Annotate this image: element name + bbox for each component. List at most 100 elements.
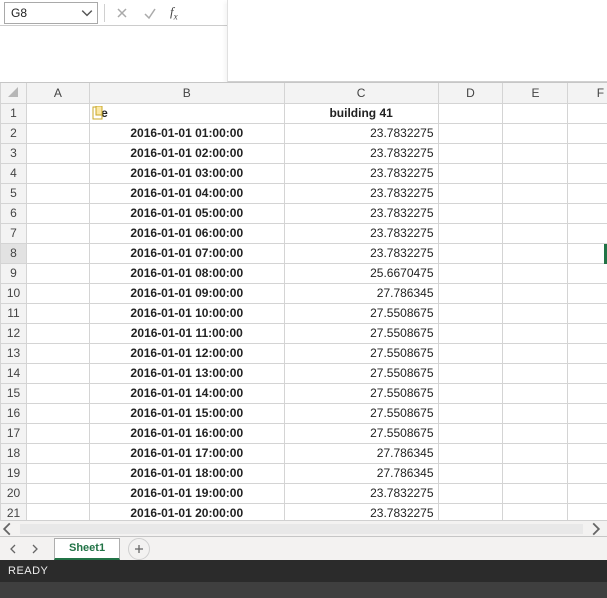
cell[interactable] (503, 243, 568, 263)
cell-C6[interactable]: 23.7832275 (284, 203, 438, 223)
cell-C10[interactable]: 27.786345 (284, 283, 438, 303)
cell[interactable] (438, 363, 503, 383)
cell-C14[interactable]: 27.5508675 (284, 363, 438, 383)
row-header[interactable]: 20 (1, 483, 27, 503)
cell-C19[interactable]: 27.786345 (284, 463, 438, 483)
cell-C8[interactable]: 23.7832275 (284, 243, 438, 263)
row-header[interactable]: 1 (1, 103, 27, 123)
cell[interactable] (568, 443, 607, 463)
row-header[interactable]: 18 (1, 443, 27, 463)
cell[interactable] (438, 383, 503, 403)
cell[interactable] (26, 123, 89, 143)
scroll-left-icon[interactable] (0, 522, 14, 536)
cell[interactable] (438, 343, 503, 363)
cell[interactable] (438, 143, 503, 163)
cell-C18[interactable]: 27.786345 (284, 443, 438, 463)
row-header[interactable]: 14 (1, 363, 27, 383)
cell[interactable] (438, 283, 503, 303)
cell[interactable] (568, 303, 607, 323)
spreadsheet-grid[interactable]: A B C D E F 1 ne building 41 (0, 82, 607, 520)
cell-B15[interactable]: 2016-01-01 14:00:00 (89, 383, 284, 403)
cell[interactable] (438, 503, 503, 520)
col-header-E[interactable]: E (503, 83, 568, 103)
cell-C1[interactable]: building 41 (284, 103, 438, 123)
fx-icon[interactable]: fx (167, 4, 181, 22)
cell-C9[interactable]: 25.6670475 (284, 263, 438, 283)
cell[interactable] (503, 263, 568, 283)
cell-C13[interactable]: 27.5508675 (284, 343, 438, 363)
cell-C7[interactable]: 23.7832275 (284, 223, 438, 243)
cell-B3[interactable]: 2016-01-01 02:00:00 (89, 143, 284, 163)
cell[interactable] (26, 403, 89, 423)
cell[interactable] (438, 263, 503, 283)
cell[interactable] (438, 203, 503, 223)
cell-C5[interactable]: 23.7832275 (284, 183, 438, 203)
row-header[interactable]: 16 (1, 403, 27, 423)
cell[interactable] (26, 463, 89, 483)
cell-C15[interactable]: 27.5508675 (284, 383, 438, 403)
cell[interactable] (503, 203, 568, 223)
cell[interactable] (503, 383, 568, 403)
cell-B1[interactable]: ne (89, 103, 284, 123)
row-header[interactable]: 4 (1, 163, 27, 183)
cell[interactable] (503, 363, 568, 383)
cell[interactable] (503, 103, 568, 123)
cell[interactable] (568, 403, 607, 423)
cell[interactable] (26, 343, 89, 363)
cell[interactable] (438, 323, 503, 343)
cell-C3[interactable]: 23.7832275 (284, 143, 438, 163)
cell-B20[interactable]: 2016-01-01 19:00:00 (89, 483, 284, 503)
cell-C20[interactable]: 23.7832275 (284, 483, 438, 503)
cell[interactable] (568, 283, 607, 303)
cell-B21[interactable]: 2016-01-01 20:00:00 (89, 503, 284, 520)
cell[interactable] (438, 183, 503, 203)
cell[interactable] (503, 503, 568, 520)
cell[interactable] (438, 123, 503, 143)
cell[interactable] (438, 463, 503, 483)
cell-B9[interactable]: 2016-01-01 08:00:00 (89, 263, 284, 283)
cell-C21[interactable]: 23.7832275 (284, 503, 438, 520)
cell[interactable] (26, 443, 89, 463)
cell-C12[interactable]: 27.5508675 (284, 323, 438, 343)
name-box-dropdown-icon[interactable] (81, 7, 93, 19)
row-header[interactable]: 13 (1, 343, 27, 363)
cell[interactable] (26, 383, 89, 403)
cell[interactable] (438, 403, 503, 423)
cell-C16[interactable]: 27.5508675 (284, 403, 438, 423)
row-header[interactable]: 11 (1, 303, 27, 323)
cell-B14[interactable]: 2016-01-01 13:00:00 (89, 363, 284, 383)
cell[interactable] (438, 243, 503, 263)
cell[interactable] (568, 343, 607, 363)
cell[interactable] (26, 163, 89, 183)
add-sheet-button[interactable] (128, 538, 150, 560)
row-header[interactable]: 15 (1, 383, 27, 403)
cell-B16[interactable]: 2016-01-01 15:00:00 (89, 403, 284, 423)
cell[interactable] (503, 183, 568, 203)
cell-B13[interactable]: 2016-01-01 12:00:00 (89, 343, 284, 363)
row-header[interactable]: 19 (1, 463, 27, 483)
cell[interactable] (568, 423, 607, 443)
cell[interactable] (568, 203, 607, 223)
cell-C17[interactable]: 27.5508675 (284, 423, 438, 443)
cell[interactable] (503, 443, 568, 463)
col-header-C[interactable]: C (284, 83, 438, 103)
cell[interactable] (568, 263, 607, 283)
select-all-corner[interactable] (1, 83, 27, 103)
cell[interactable] (438, 103, 503, 123)
cell[interactable] (503, 403, 568, 423)
cell-B5[interactable]: 2016-01-01 04:00:00 (89, 183, 284, 203)
scroll-right-icon[interactable] (589, 522, 603, 536)
cell[interactable] (26, 283, 89, 303)
tab-nav-prev-icon[interactable] (4, 540, 22, 558)
cell-B17[interactable]: 2016-01-01 16:00:00 (89, 423, 284, 443)
cell-C4[interactable]: 23.7832275 (284, 163, 438, 183)
cell-B11[interactable]: 2016-01-01 10:00:00 (89, 303, 284, 323)
row-header[interactable]: 5 (1, 183, 27, 203)
sheet-tab-active[interactable]: Sheet1 (54, 538, 120, 560)
cell-C2[interactable]: 23.7832275 (284, 123, 438, 143)
col-header-F[interactable]: F (568, 83, 607, 103)
cell[interactable] (26, 423, 89, 443)
cell[interactable] (568, 483, 607, 503)
enter-formula-icon[interactable] (139, 3, 161, 23)
cell[interactable] (568, 323, 607, 343)
